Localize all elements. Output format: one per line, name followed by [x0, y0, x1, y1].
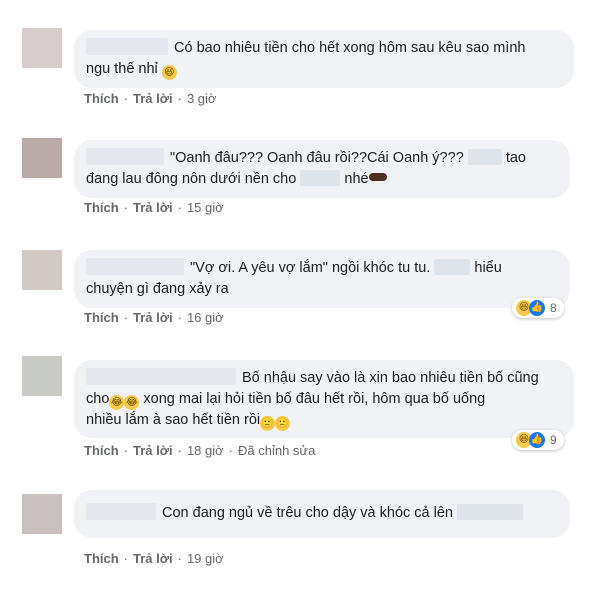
timestamp[interactable]: 18 giờ — [187, 443, 224, 458]
avatar[interactable] — [22, 356, 62, 396]
comment-text: Bố nhậu say vào là xin bao nhiêu tiền bố… — [242, 370, 539, 386]
avatar[interactable] — [22, 250, 62, 290]
laughing-crying-icon: 😂 — [109, 395, 125, 410]
comment-actions: Thích · Trả lời · 15 giờ — [84, 200, 224, 215]
reaction-summary[interactable]: 😆 👍 9 — [512, 430, 564, 450]
comment-text: nhiều lắm à sao hết tiền rồi — [86, 412, 261, 428]
laughing-face-icon: 😆 — [161, 65, 177, 80]
comment-actions: Thích · Trả lời · 3 giờ — [84, 91, 217, 106]
comment-text: ngu thế nhỉ — [86, 61, 158, 77]
commenter-name[interactable] — [86, 148, 164, 165]
reply-button[interactable]: Trả lời — [133, 551, 173, 566]
comment-text: xong mai lại hỏi tiền bố đâu hết rồi, hô… — [143, 391, 486, 407]
comment-text: "Vợ ơi. A yêu vợ lắm" ngồi khóc tu tu. — [190, 260, 431, 276]
like-button[interactable]: Thích — [84, 91, 119, 106]
like-button[interactable]: Thích — [84, 200, 119, 215]
comment-text: tao — [505, 150, 526, 166]
timestamp[interactable]: 15 giờ — [187, 200, 224, 215]
comment-text: hiểu — [474, 260, 502, 276]
comment-text: cho — [86, 391, 110, 407]
comment-bubble: "Vợ ơi. A yêu vợ lắm" ngồi khóc tu tu. h… — [74, 250, 570, 308]
comment-text: "Oanh đâu??? Oanh đâu rồi??Cái Oanh ý??? — [170, 150, 464, 166]
avatar[interactable] — [22, 138, 62, 178]
sad-face-icon: 🙁 — [275, 416, 291, 431]
comment-text: chuyện gì đang xảy ra — [86, 281, 229, 297]
edited-label: Đã chỉnh sửa — [238, 443, 316, 458]
avatar[interactable] — [22, 28, 62, 68]
avatar[interactable] — [22, 494, 62, 534]
comment-actions: Thích · Trả lời · 19 giờ — [84, 551, 224, 566]
reply-button[interactable]: Trả lời — [133, 91, 173, 106]
like-button[interactable]: Thích — [84, 310, 119, 325]
comment-text: Có bao nhiêu tiền cho hết xong hôm sau k… — [174, 40, 526, 56]
comment-bubble: Con đang ngủ về trêu cho dậy và khóc cả … — [74, 490, 570, 538]
comment-text: nhé — [344, 171, 369, 187]
reply-button[interactable]: Trả lời — [133, 200, 173, 215]
laughing-crying-icon: 😂 — [124, 395, 140, 410]
timestamp[interactable]: 19 giờ — [187, 551, 224, 566]
reaction-summary[interactable]: 😆 👍 8 — [512, 298, 564, 318]
like-button[interactable]: Thích — [84, 443, 119, 458]
reaction-count: 8 — [550, 301, 557, 315]
like-reaction-icon: 👍 — [529, 300, 545, 316]
sad-face-icon: 🙁 — [260, 416, 276, 431]
commenter-name[interactable] — [86, 258, 184, 275]
reaction-count: 9 — [550, 433, 557, 447]
like-reaction-icon: 👍 — [529, 432, 545, 448]
like-button[interactable]: Thích — [84, 551, 119, 566]
commenter-name[interactable] — [86, 503, 156, 520]
comment-actions: Thích · Trả lời · 16 giờ — [84, 310, 224, 325]
timestamp[interactable]: 16 giờ — [187, 310, 224, 325]
comment-bubble: Có bao nhiêu tiền cho hết xong hôm sau k… — [74, 30, 574, 88]
pointing-hand-icon — [368, 173, 387, 181]
comment-bubble: "Oanh đâu??? Oanh đâu rồi??Cái Oanh ý???… — [74, 140, 570, 198]
comment-bubble: Bố nhậu say vào là xin bao nhiêu tiền bố… — [74, 360, 574, 438]
comment-actions: Thích · Trả lời · 18 giờ · Đã chỉnh sửa — [84, 443, 316, 458]
comment-text: đang lau đông nôn dưới nền cho — [86, 171, 297, 187]
commenter-name[interactable] — [86, 368, 236, 385]
timestamp[interactable]: 3 giờ — [187, 91, 217, 106]
reply-button[interactable]: Trả lời — [133, 443, 173, 458]
reply-button[interactable]: Trả lời — [133, 310, 173, 325]
commenter-name[interactable] — [86, 38, 168, 55]
comment-text: Con đang ngủ về trêu cho dậy và khóc cả … — [162, 505, 453, 521]
